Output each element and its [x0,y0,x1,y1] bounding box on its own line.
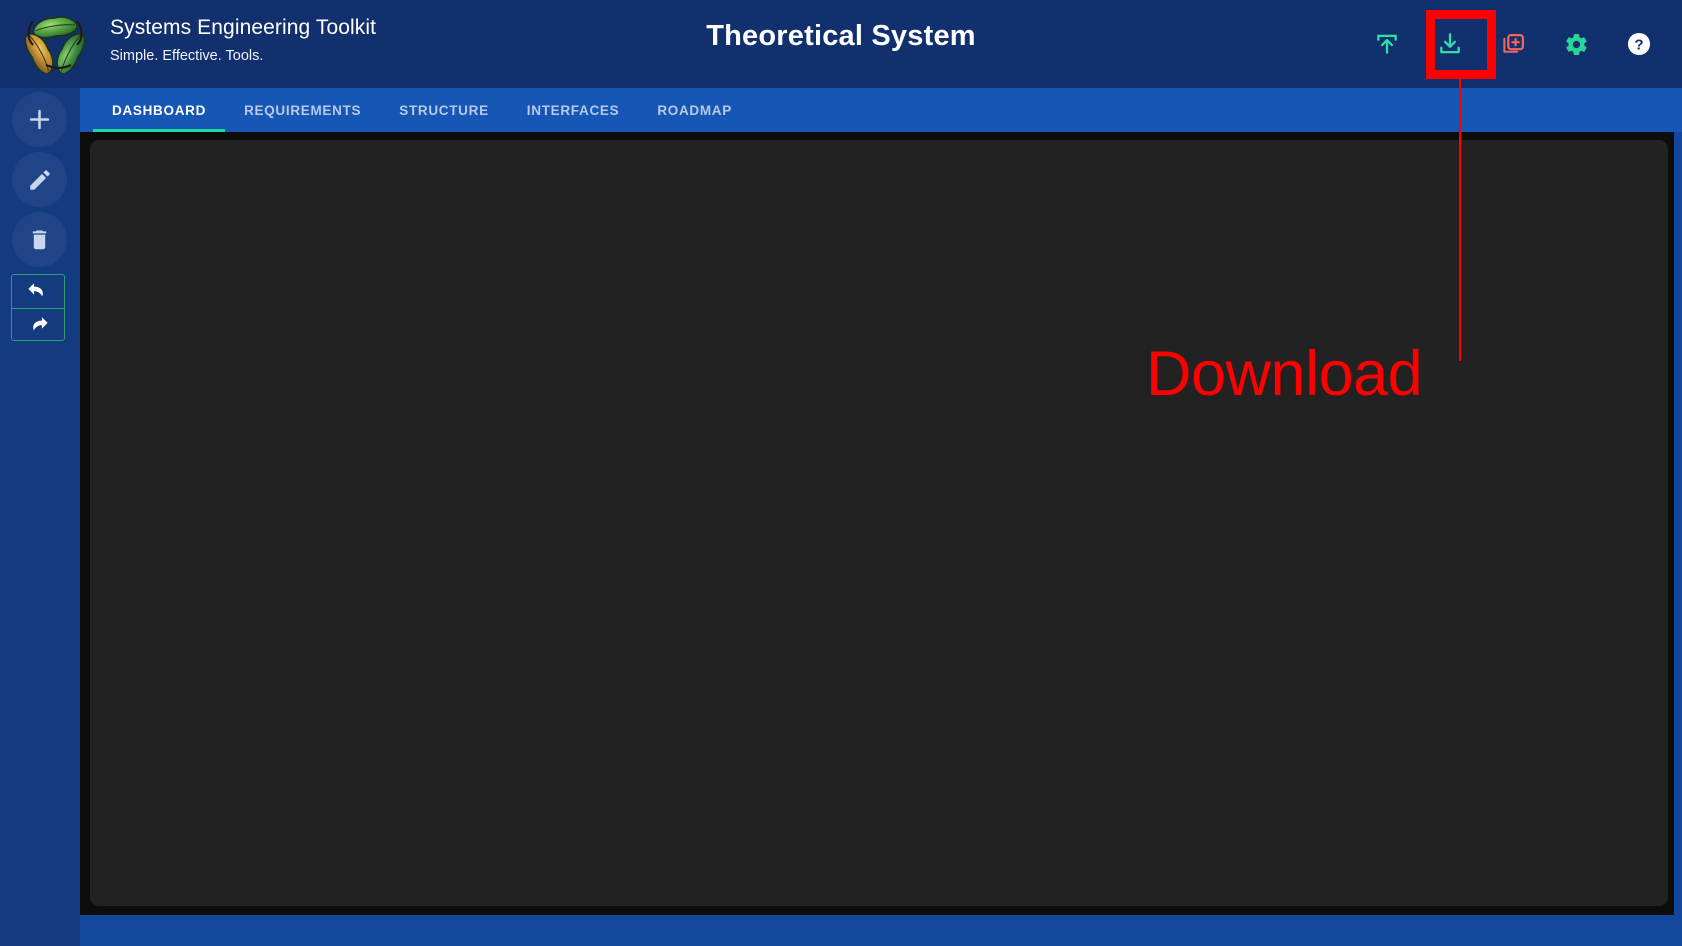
tab-roadmap[interactable]: ROADMAP [638,88,751,132]
trash-icon [32,230,47,250]
three-leaves-recycle-logo-icon [22,10,88,76]
question-circle-icon: ? [1627,32,1651,56]
help-button[interactable]: ? [1618,23,1660,65]
undo-arrow-icon [28,282,43,296]
undo-button[interactable] [12,275,64,308]
add-duplicate-icon [1502,33,1524,53]
app-tagline: Simple. Effective. Tools. [110,48,264,64]
history-toolbar [11,274,65,341]
redo-button[interactable] [12,308,64,340]
download-icon [1440,33,1460,54]
header-actions: ? [1366,0,1660,88]
svg-text:?: ? [1634,36,1643,53]
content-frame [80,132,1674,915]
download-button[interactable] [1429,23,1471,65]
main-tabs: DASHBOARD REQUIREMENTS STRUCTURE INTERFA… [80,88,1682,132]
upload-icon [1377,34,1397,54]
tab-interfaces[interactable]: INTERFACES [508,88,639,132]
brand-text-block: Systems Engineering Toolkit Simple. Effe… [110,14,376,67]
app-window: Systems Engineering Toolkit Simple. Effe… [0,0,1682,946]
redo-arrow-icon [33,316,48,330]
app-header: Systems Engineering Toolkit Simple. Effe… [0,0,1682,88]
pencil-icon [29,169,50,190]
app-title: Systems Engineering Toolkit [110,16,377,39]
tab-structure[interactable]: STRUCTURE [380,88,508,132]
upload-button[interactable] [1366,23,1408,65]
gear-icon [1565,33,1587,55]
tab-dashboard[interactable]: DASHBOARD [93,88,226,132]
delete-button[interactable] [12,212,67,267]
plus-icon [29,109,50,130]
add-button[interactable] [12,92,67,147]
duplicate-button[interactable] [1492,23,1534,65]
left-toolbar [0,88,80,946]
settings-button[interactable] [1555,23,1597,65]
edit-button[interactable] [12,152,67,207]
tab-requirements[interactable]: REQUIREMENTS [225,88,380,132]
dashboard-panel[interactable] [90,140,1668,906]
